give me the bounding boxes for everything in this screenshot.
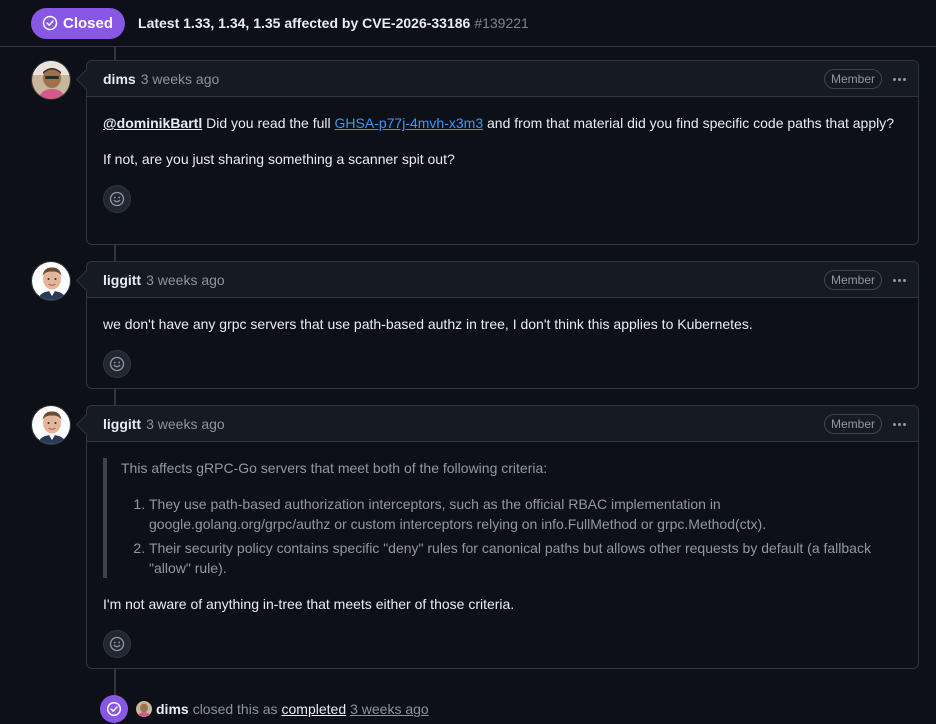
- criteria-list: They use path-based authorization interc…: [121, 494, 902, 578]
- issue-title[interactable]: Latest 1.33, 1.34, 1.35 affected by CVE-…: [138, 15, 529, 31]
- advisory-link[interactable]: GHSA-p77j-4mvh-x3m3: [335, 115, 484, 131]
- list-item: They use path-based authorization interc…: [149, 494, 902, 534]
- comment-paragraph: @dominikBartl Did you read the full GHSA…: [103, 113, 902, 133]
- smiley-icon: [109, 356, 125, 372]
- check-circle-icon: [42, 15, 58, 31]
- quote-intro: This affects gRPC-Go servers that meet b…: [121, 460, 548, 476]
- event-action: closed this as: [192, 701, 278, 717]
- kebab-horizontal-icon[interactable]: [890, 69, 908, 89]
- comment-text: and from that material did you find spec…: [483, 115, 895, 131]
- comment-body: @dominikBartl Did you read the full GHSA…: [87, 97, 918, 213]
- smiley-icon: [109, 191, 125, 207]
- list-item: Their security policy contains specific …: [149, 538, 902, 578]
- avatar[interactable]: [136, 701, 152, 717]
- comment-liggitt: liggitt 3 weeks ago Member we don't have…: [86, 261, 919, 389]
- comment-dims: dims 3 weeks ago Member @dominikBartl Di…: [86, 60, 919, 245]
- comment-header: liggitt 3 weeks ago Member: [87, 406, 918, 442]
- add-reaction-button[interactable]: [103, 630, 131, 658]
- add-reaction-button[interactable]: [103, 185, 131, 213]
- user-mention[interactable]: @dominikBartl: [103, 115, 202, 131]
- comment-liggitt-quote: liggitt 3 weeks ago Member This affects …: [86, 405, 919, 669]
- issue-number: #139221: [474, 15, 529, 31]
- quoted-advisory: This affects gRPC-Go servers that meet b…: [103, 458, 902, 578]
- comment-timestamp[interactable]: 3 weeks ago: [146, 416, 225, 432]
- check-circle-icon: [106, 701, 122, 717]
- avatar-image-dims: [32, 61, 70, 99]
- comment-body: This affects gRPC-Go servers that meet b…: [87, 442, 918, 658]
- add-reaction-button[interactable]: [103, 350, 131, 378]
- avatar-image-liggitt: [32, 262, 70, 300]
- comment-body: we don't have any grpc servers that use …: [87, 298, 918, 378]
- comment-header: liggitt 3 weeks ago Member: [87, 262, 918, 298]
- member-badge: Member: [823, 69, 882, 89]
- comment-timestamp[interactable]: 3 weeks ago: [141, 71, 220, 87]
- closed-event: dims closed this as completed 3 weeks ag…: [100, 694, 429, 724]
- avatar[interactable]: [31, 405, 71, 445]
- avatar-image-liggitt: [32, 406, 70, 444]
- kebab-horizontal-icon[interactable]: [890, 270, 908, 290]
- comment-timestamp[interactable]: 3 weeks ago: [146, 272, 225, 288]
- sticky-issue-header: Closed Latest 1.33, 1.34, 1.35 affected …: [0, 0, 936, 47]
- avatar[interactable]: [31, 60, 71, 100]
- avatar[interactable]: [31, 261, 71, 301]
- comment-paragraph: If not, are you just sharing something a…: [103, 151, 455, 167]
- issue-page: Closed Latest 1.33, 1.34, 1.35 affected …: [0, 0, 936, 724]
- comment-paragraph: we don't have any grpc servers that use …: [103, 316, 753, 332]
- comment-text: Did you read the full: [202, 115, 335, 131]
- issue-state-badge: Closed: [31, 7, 126, 39]
- comment-header: dims 3 weeks ago Member: [87, 61, 918, 97]
- comment-author[interactable]: dims: [103, 71, 136, 87]
- comment-author[interactable]: liggitt: [103, 416, 141, 432]
- close-reason-link[interactable]: completed: [282, 701, 347, 717]
- issue-title-text: Latest 1.33, 1.34, 1.35 affected by CVE-…: [138, 15, 471, 31]
- avatar-image-dims: [136, 701, 152, 717]
- closed-event-badge: [100, 695, 128, 723]
- comment-author[interactable]: liggitt: [103, 272, 141, 288]
- member-badge: Member: [823, 270, 882, 290]
- comment-paragraph: I'm not aware of anything in-tree that m…: [103, 596, 515, 612]
- event-author[interactable]: dims: [156, 701, 189, 717]
- kebab-horizontal-icon[interactable]: [890, 414, 908, 434]
- member-badge: Member: [823, 414, 882, 434]
- smiley-icon: [109, 636, 125, 652]
- event-timestamp[interactable]: 3 weeks ago: [350, 701, 429, 717]
- issue-state-label: Closed: [63, 14, 114, 32]
